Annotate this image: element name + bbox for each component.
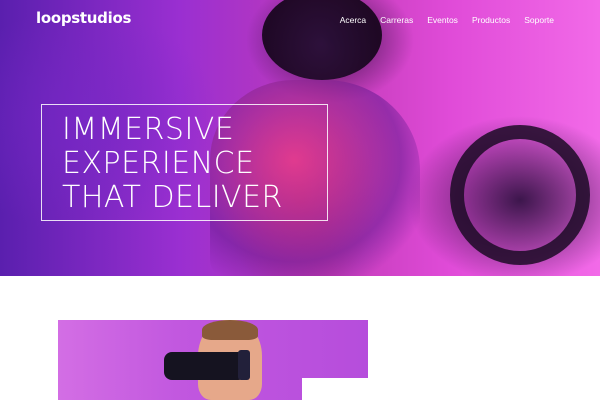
nav-link-carreras[interactable]: Carreras [380, 15, 413, 25]
intro-section [0, 276, 600, 408]
person-hair [202, 320, 258, 340]
hero-headline-line: THAT DELIVER [62, 180, 283, 215]
hero-headline-box: IMMERSIVE EXPERIENCE THAT DELIVER [41, 104, 328, 221]
hero-headline-line: IMMERSIVE [62, 112, 235, 147]
vr-headset-strap [238, 350, 250, 380]
hero-steering-wheel [450, 125, 590, 265]
nav-link-acerca[interactable]: Acerca [340, 15, 366, 25]
nav-link-productos[interactable]: Productos [472, 15, 510, 25]
nav-link-soporte[interactable]: Soporte [524, 15, 554, 25]
nav-link-eventos[interactable]: Eventos [427, 15, 458, 25]
top-navigation: loopstudios Acerca Carreras Eventos Prod… [0, 0, 600, 40]
vr-headset [164, 352, 246, 380]
hero-headline-line: EXPERIENCE [62, 146, 255, 181]
hero-section: loopstudios Acerca Carreras Eventos Prod… [0, 0, 600, 276]
intro-text-card [302, 378, 600, 408]
nav-links: Acerca Carreras Eventos Productos Soport… [340, 15, 554, 25]
brand-logo[interactable]: loopstudios [36, 9, 131, 27]
